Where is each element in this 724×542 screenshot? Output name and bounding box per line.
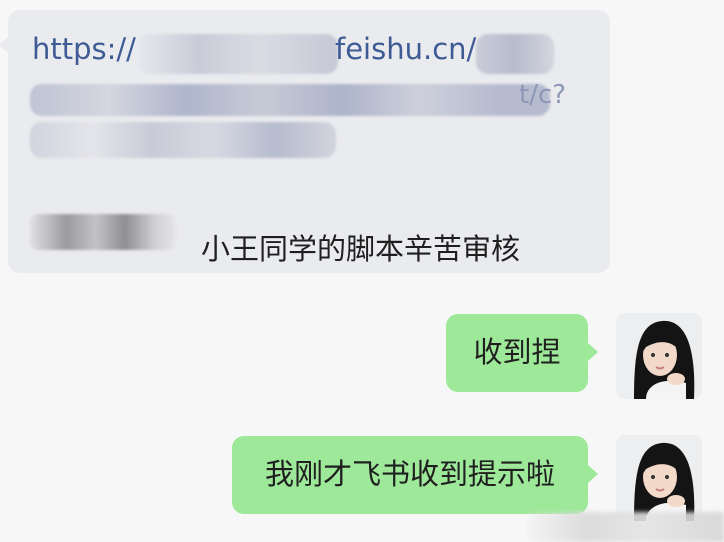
incoming-message-text: 小王同学的脚本辛苦审核 [201,232,521,266]
blurred-watermark [528,512,724,542]
user-avatar[interactable] [616,435,702,521]
bubble-tail [588,465,598,483]
link-prefix[interactable]: https:// [32,32,136,66]
redacted-link-segment [30,122,336,158]
redacted-mention [30,214,176,250]
user-avatar-photo-icon [616,435,702,521]
user-avatar-photo-icon [616,313,702,399]
outgoing-message-text: 收到捏 [473,335,561,369]
redacted-link-segment [138,34,338,74]
outgoing-message-bubble[interactable]: 我刚才飞书收到提示啦 [232,436,598,514]
link-domain[interactable]: feishu.cn/ [335,32,476,66]
bubble-tail [0,36,9,54]
outgoing-message-text: 我刚才飞书收到提示啦 [264,457,555,491]
link-tail[interactable]: t/c? [519,80,566,110]
incoming-message-bubble[interactable]: https:// feishu.cn/ t/c? 小王同学的脚本辛苦审核 [0,10,610,273]
redacted-link-segment [30,84,550,116]
bubble-tail [588,343,598,361]
redacted-link-segment [476,34,554,74]
outgoing-message-bubble[interactable]: 收到捏 [446,314,598,392]
user-avatar[interactable] [616,313,702,399]
